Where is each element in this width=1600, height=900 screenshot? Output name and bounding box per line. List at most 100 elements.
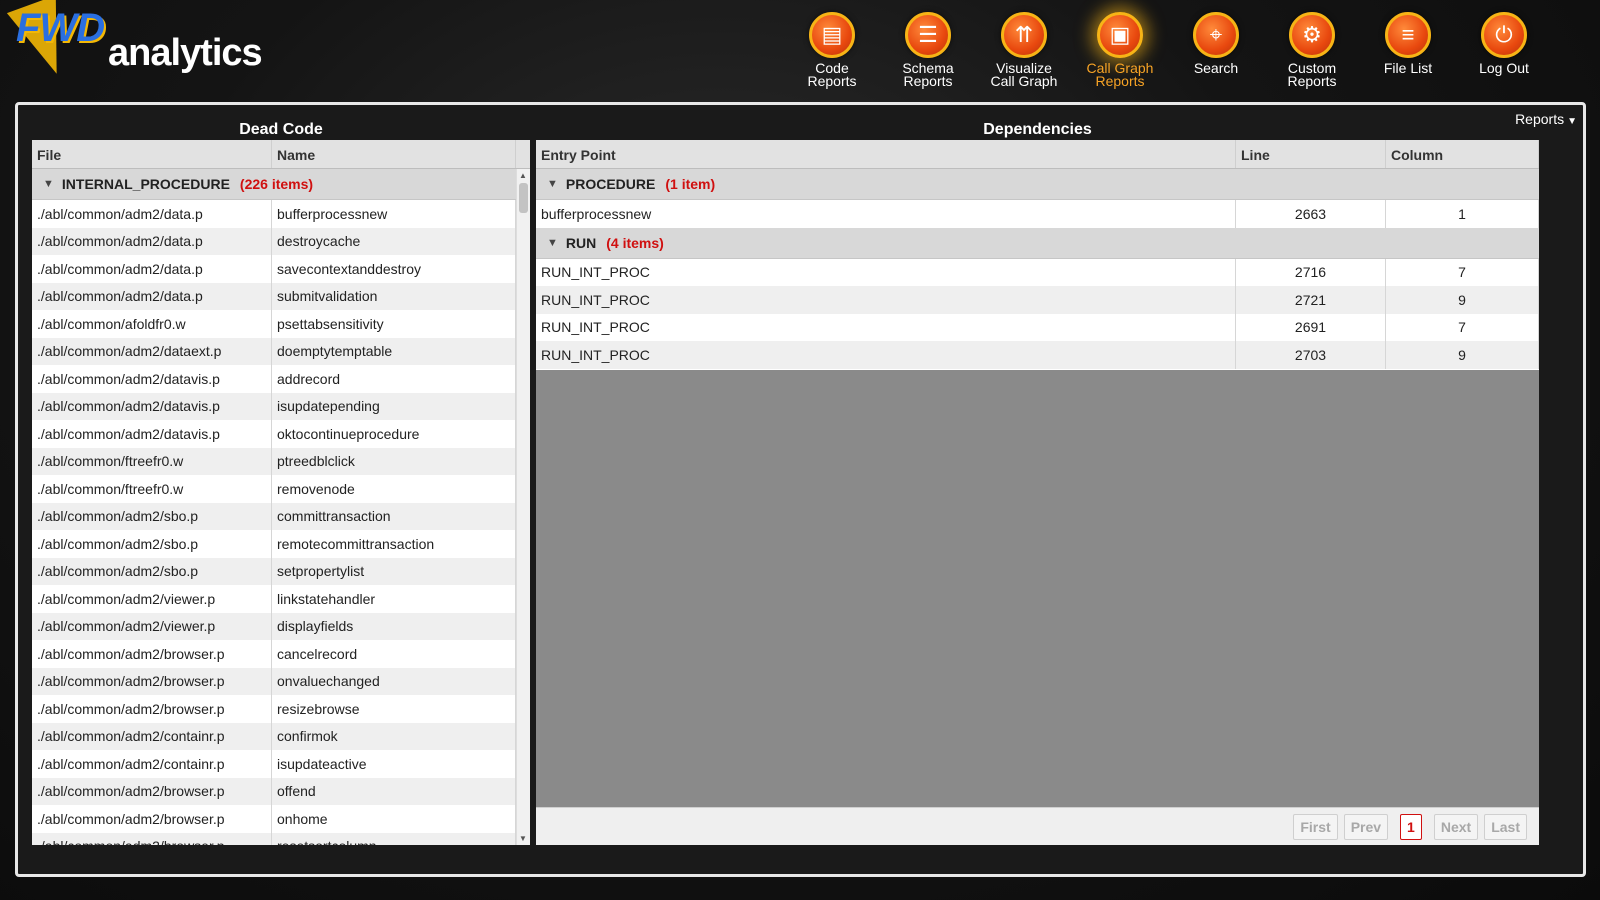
column-header-line[interactable]: Line [1236, 140, 1386, 168]
cell-file: ./abl/common/adm2/sbo.p [32, 502, 272, 530]
cell-file: ./abl/common/ftreefr0.w [32, 475, 272, 503]
cell-file: ./abl/common/adm2/data.p [32, 227, 272, 255]
cell-column: 7 [1386, 313, 1539, 341]
logout-icon: ⏻ [1481, 12, 1527, 58]
nav-item-graph[interactable]: ⇈ Visualize Call Graph [976, 12, 1072, 88]
nav-item-gear[interactable]: ⚙ Custom Reports [1264, 12, 1360, 88]
group-rows: RUN_INT_PROC 2716 7 RUN_INT_PROC 2721 9 RUN_IN… [536, 258, 1539, 369]
cell-name: removenode [272, 475, 516, 503]
pager-last-button[interactable]: Last [1484, 813, 1527, 840]
table-row[interactable]: ./abl/common/adm2/sbo.p committransaction [32, 502, 530, 530]
scroll-up-arrow-icon[interactable]: ▲ [519, 171, 527, 180]
empty-grid-area [536, 370, 1539, 807]
cell-entry-point: RUN_INT_PROC [536, 258, 1236, 286]
cell-name: destroycache [272, 227, 516, 255]
cell-file: ./abl/common/adm2/sbo.p [32, 530, 272, 558]
cell-file: ./abl/common/adm2/datavis.p [32, 365, 272, 393]
cell-name: remotecommittransaction [272, 530, 516, 558]
table-row[interactable]: ./abl/common/adm2/data.p savecontextandde… [32, 255, 530, 283]
nav-label: Log Out [1479, 60, 1529, 76]
table-row[interactable]: ./abl/common/adm2/containr.p isupdateacti… [32, 750, 530, 778]
scroll-down-arrow-icon[interactable]: ▼ [519, 834, 527, 843]
collapse-triangle-icon[interactable]: ▼ [43, 178, 54, 190]
nav-label: Schema Reports [902, 60, 954, 89]
table-row[interactable]: ./abl/common/adm2/sbo.p setpropertylist [32, 557, 530, 585]
cell-file: ./abl/common/adm2/sbo.p [32, 557, 272, 585]
cell-name: displayfields [272, 612, 516, 640]
table-row[interactable]: ./abl/common/adm2/containr.p confirmok [32, 722, 530, 750]
dead-code-grid: File Name ▼ INTERNAL_PROCEDURE (226 item… [32, 140, 530, 845]
table-row[interactable]: ./abl/common/adm2/datavis.p oktocontinuep… [32, 420, 530, 448]
cell-name: onvaluechanged [272, 667, 516, 695]
table-row[interactable]: ./abl/common/afoldfr0.w psettabsensitivit… [32, 310, 530, 338]
cell-column: 1 [1386, 200, 1539, 228]
table-row[interactable]: ./abl/common/adm2/browser.p resizebrowse [32, 695, 530, 723]
group-row-internal-procedure[interactable]: ▼ INTERNAL_PROCEDURE (226 items) [32, 169, 530, 200]
column-header-column[interactable]: Column [1386, 140, 1539, 168]
table-row[interactable]: ./abl/common/adm2/data.p submitvalidation [32, 282, 530, 310]
cell-file: ./abl/common/afoldfr0.w [32, 310, 272, 338]
table-row[interactable]: RUN_INT_PROC 2721 9 [536, 286, 1539, 314]
collapse-triangle-icon[interactable]: ▼ [547, 178, 558, 190]
group-count: (4 items) [606, 234, 664, 251]
nav-item-call-graph-report[interactable]: ▣ Call Graph Reports [1072, 12, 1168, 88]
table-row[interactable]: ./abl/common/adm2/datavis.p isupdatependi… [32, 392, 530, 420]
nav-item-schema[interactable]: ☰ Schema Reports [880, 12, 976, 88]
pager: First Prev 1 Next Last [536, 807, 1539, 845]
dependencies-grid: Entry Point Line Column ▼ PROCEDURE (1 ite… [536, 140, 1539, 845]
cell-file: ./abl/common/adm2/data.p [32, 255, 272, 283]
column-header-file[interactable]: File [32, 140, 272, 168]
pager-current-page[interactable]: 1 [1400, 813, 1422, 840]
group-count: (226 items) [239, 176, 314, 192]
pager-first-button[interactable]: First [1293, 813, 1338, 840]
table-row[interactable]: ./abl/common/adm2/browser.presetsortcolu… [32, 832, 530, 845]
table-row[interactable]: ./abl/common/ftreefr0.w removenode [32, 475, 530, 503]
column-header-entry-point[interactable]: Entry Point [536, 140, 1236, 168]
pager-prev-button[interactable]: Prev [1343, 813, 1389, 840]
cell-column: 9 [1386, 341, 1539, 369]
list-icon: ≡ [1385, 12, 1431, 58]
dead-code-rows: ./abl/common/adm2/data.p bufferprocessnew… [32, 200, 530, 845]
table-row[interactable]: ./abl/common/adm2/data.p bufferprocessnew [32, 200, 530, 228]
nav-label: Call Graph Reports [1086, 60, 1154, 89]
table-row[interactable]: bufferprocessnew 2663 1 [536, 200, 1539, 228]
collapse-triangle-icon[interactable]: ▼ [547, 237, 558, 249]
nav-item-list[interactable]: ≡ File List [1360, 12, 1456, 75]
group-name: PROCEDURE [565, 176, 656, 192]
table-row[interactable]: RUN_INT_PROC 2716 7 [536, 258, 1539, 286]
table-row[interactable]: ./abl/common/adm2/viewer.p linkstatehandl… [32, 585, 530, 613]
cell-name: confirmok [272, 722, 516, 750]
cell-name: bufferprocessnew [272, 200, 516, 228]
table-row[interactable]: ./abl/common/adm2/browser.p offend [32, 777, 530, 805]
table-row[interactable]: RUN_INT_PROC 2691 7 [536, 313, 1539, 341]
table-row[interactable]: ./abl/common/adm2/browser.p cancelrecord [32, 640, 530, 668]
dead-code-scrollbar[interactable]: ▲ ▼ [516, 169, 530, 845]
group-count: (1 item) [665, 176, 716, 192]
pager-next-button[interactable]: Next [1433, 813, 1479, 840]
cell-file: ./abl/common/adm2/datavis.p [32, 420, 272, 448]
table-row[interactable]: ./abl/common/adm2/data.p destroycache [32, 227, 530, 255]
cell-name: addrecord [272, 365, 516, 393]
table-row[interactable]: ./abl/common/adm2/browser.p onvaluechange… [32, 667, 530, 695]
group-row-procedure[interactable]: ▼ PROCEDURE (1 item) [536, 169, 1539, 200]
cell-entry-point: RUN_INT_PROC [536, 341, 1236, 369]
table-row[interactable]: ./abl/common/adm2/sbo.p remotecommittrans… [32, 530, 530, 558]
cell-name: savecontextanddestroy [272, 255, 516, 283]
nav-item-document[interactable]: ▤ Code Reports [784, 12, 880, 88]
column-header-name[interactable]: Name [272, 140, 516, 168]
cell-file: ./abl/common/adm2/containr.p [32, 750, 272, 778]
table-row[interactable]: ./abl/common/adm2/browser.p onhome [32, 805, 530, 833]
table-row[interactable]: ./abl/common/adm2/datavis.p addrecord [32, 365, 530, 393]
cell-line: 2716 [1236, 258, 1386, 286]
scrollbar-thumb[interactable] [519, 183, 528, 213]
table-row[interactable]: ./abl/common/adm2/viewer.p displayfields [32, 612, 530, 640]
group-row-run[interactable]: ▼ RUN (4 items) [536, 227, 1539, 259]
table-row[interactable]: ./abl/common/ftreefr0.w ptreedblclick [32, 447, 530, 475]
nav-item-crosshair[interactable]: ⌖ Search [1168, 12, 1264, 75]
cell-entry-point: bufferprocessnew [536, 200, 1236, 228]
cell-name: doemptytemptable [272, 337, 516, 365]
nav-item-logout[interactable]: ⏻ Log Out [1456, 12, 1552, 75]
table-row[interactable]: ./abl/common/adm2/dataext.p doemptytempta… [32, 337, 530, 365]
table-row[interactable]: RUN_INT_PROC 2703 9 [536, 341, 1539, 369]
cell-file: ./abl/common/adm2/browser.p [32, 667, 272, 695]
